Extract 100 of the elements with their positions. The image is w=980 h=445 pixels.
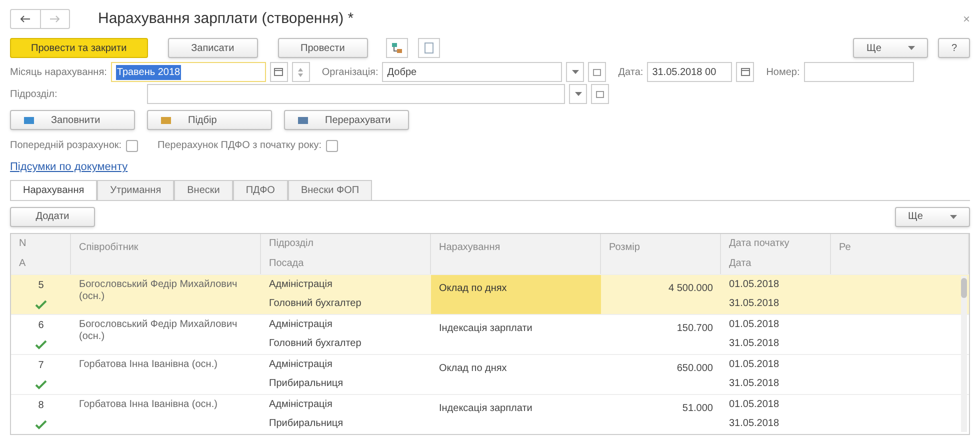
column-header: Дата початку <box>729 237 790 251</box>
column-header: Посада <box>269 257 304 271</box>
table-cell-text: 150.700 <box>676 322 713 336</box>
spin-arrows-icon <box>298 68 304 76</box>
table-cell-text: 01.05.2018 <box>729 278 780 292</box>
tree-icon <box>390 42 403 54</box>
calendar-button[interactable] <box>270 62 288 82</box>
column-header: A <box>19 257 26 271</box>
action-button[interactable]: Підбір <box>147 110 272 130</box>
back-button[interactable] <box>10 9 40 29</box>
add-button[interactable]: Додати <box>10 206 95 226</box>
check-mark-icon[interactable] <box>35 340 47 350</box>
structure-button[interactable] <box>386 38 408 58</box>
tab[interactable]: ПДФО <box>232 180 288 200</box>
month-label: Місяць нарахування: <box>10 66 107 80</box>
department-label: Підрозділ: <box>10 88 58 102</box>
table-cell-text: Адміністрація <box>269 398 332 412</box>
forward-arrow-icon <box>48 15 61 23</box>
table-cell-text: Прибиральниця <box>269 417 344 432</box>
table-row[interactable]: 5 Богословський Федір Михайлович (осн.) Адміністрація Головний бухгалтер Оклад по днях 4 500.000 01.05.2018 31.05.2018 <box>11 274 969 314</box>
tab[interactable]: Нарахування <box>10 180 98 200</box>
tab[interactable]: Внески ФОП <box>288 180 372 200</box>
column-header: Розмір <box>609 240 640 255</box>
spin-button[interactable] <box>292 62 310 82</box>
column-header: Нарахування <box>439 240 500 255</box>
caret-icon <box>572 70 579 74</box>
column-header: N <box>19 237 26 251</box>
organization-label: Організація: <box>322 66 378 80</box>
check-mark-icon[interactable] <box>35 380 47 390</box>
table-cell-text: Індексація зарплати <box>439 322 532 336</box>
table-cell-text: 51.000 <box>682 402 713 416</box>
table-cell-text: 31.05.2018 <box>729 297 780 312</box>
caret-icon <box>908 46 916 50</box>
table-cell-text: Індексація зарплати <box>439 402 532 416</box>
department-field[interactable] <box>147 84 565 104</box>
help-button[interactable]: ? <box>938 38 970 58</box>
open-button[interactable] <box>588 62 606 82</box>
table-cell-text: Оклад по днях <box>439 282 507 296</box>
column-header: Співробітник <box>79 240 138 255</box>
table-cell-text: 31.05.2018 <box>729 337 780 352</box>
document-icon <box>422 42 435 54</box>
table-cell-text: 8 <box>38 399 44 413</box>
dropdown-button[interactable] <box>569 84 587 104</box>
table-cell-text: 31.05.2018 <box>729 417 780 432</box>
table-cell-text: 650.000 <box>676 362 713 376</box>
table-cell-text: Оклад по днях <box>439 362 507 376</box>
number-label: Номер: <box>766 66 800 80</box>
scrollbar[interactable] <box>961 276 967 432</box>
table-cell-text: 01.05.2018 <box>729 358 780 372</box>
checkbox[interactable] <box>126 140 138 152</box>
table-cell: Богословський Федір Михайлович (осн.) <box>79 318 238 342</box>
table-cell-text: Адміністрація <box>269 358 332 372</box>
table-cell-text: Головний бухгалтер <box>269 337 362 352</box>
organization-field[interactable]: Добре <box>382 62 562 82</box>
caret-icon <box>574 92 582 96</box>
date-field[interactable]: 31.05.2018 00 <box>647 62 732 82</box>
checkbox[interactable] <box>326 140 338 152</box>
column-header: Дата <box>729 257 752 271</box>
post-and-close-button[interactable]: Провести та закрити <box>10 38 148 58</box>
column-header: Ре <box>839 240 851 255</box>
table-cell-text: Адміністрація <box>269 278 332 292</box>
table-cell-text: 6 <box>38 319 44 333</box>
caret-icon <box>950 214 957 218</box>
check-mark-icon[interactable] <box>35 420 47 430</box>
window-title: Нарахування зарплати (створення) * <box>98 8 354 29</box>
table-cell-text: 7 <box>38 359 44 373</box>
table-cell-text: Адміністрація <box>269 318 332 332</box>
month-value: Травень 2018 <box>116 64 182 80</box>
table-cell: Горбатова Інна Іванівна (осн.) <box>79 358 218 370</box>
month-field[interactable]: Травень 2018 <box>110 62 266 82</box>
column-header: Підрозділ <box>269 237 314 251</box>
table-cell-text: 5 <box>38 279 44 293</box>
tab[interactable]: Утримання <box>97 180 174 200</box>
table-cell-text: 01.05.2018 <box>729 318 780 332</box>
table-cell-text: 31.05.2018 <box>729 377 780 392</box>
calendar-button[interactable] <box>736 62 754 82</box>
report-button[interactable] <box>418 38 440 58</box>
checkbox-label: Перерахунок ПДФО з початку року: <box>158 139 322 153</box>
action-button[interactable]: Заповнити <box>10 110 135 130</box>
tab[interactable]: Внески <box>174 180 233 200</box>
toolbar-button[interactable]: Провести <box>278 38 368 58</box>
checkbox-label: Попередній розрахунок: <box>10 139 122 153</box>
totals-link[interactable]: Підсумки по документу <box>10 159 128 176</box>
back-arrow-icon <box>19 15 32 23</box>
table-cell-text: Головний бухгалтер <box>269 297 362 312</box>
action-button[interactable]: Перерахувати <box>284 110 409 130</box>
more-button[interactable]: Ще <box>853 38 928 58</box>
table-cell-text: 01.05.2018 <box>729 398 780 412</box>
table-cell: Богословський Федір Михайлович (осн.) <box>79 278 238 302</box>
table-cell-text: 4 500.000 <box>668 282 713 296</box>
toolbar-button[interactable]: Записати <box>168 38 258 58</box>
open-button[interactable] <box>591 84 609 104</box>
dropdown-button[interactable] <box>566 62 584 82</box>
calendar-icon <box>274 68 284 76</box>
check-mark-icon[interactable] <box>35 300 47 310</box>
date-label: Дата: <box>618 66 644 80</box>
number-field[interactable] <box>804 62 914 82</box>
table-cell-text: Прибиральниця <box>269 377 344 392</box>
table-more-button[interactable]: Ще <box>895 206 970 226</box>
table-cell: Горбатова Інна Іванівна (осн.) <box>79 398 218 410</box>
